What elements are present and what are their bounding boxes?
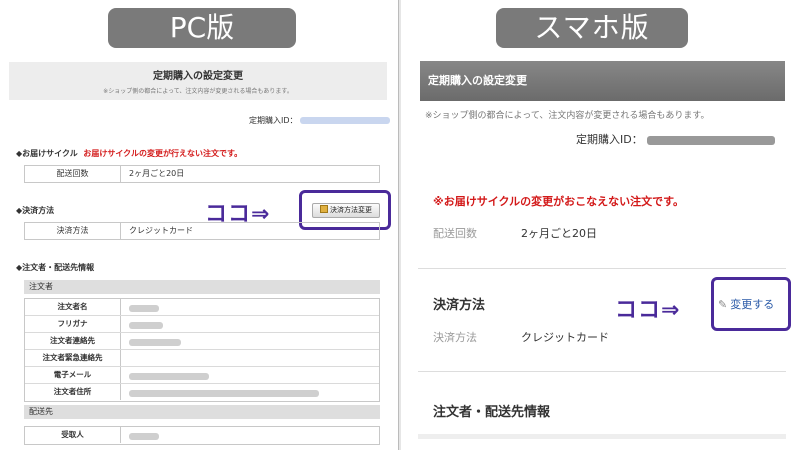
- pc-page-title: 定期購入の設定変更: [153, 71, 243, 82]
- table-row: 注文者緊急連絡先: [25, 350, 379, 367]
- pc-row-label: 注文者連絡先: [25, 333, 121, 349]
- pc-cycle-section: ◆お届けサイクル お届けサイクルの変更が行えない注文です。: [16, 148, 242, 159]
- pc-cycle-row: 配送回数 2ヶ月ごと20日: [24, 165, 380, 183]
- pc-row-label: フリガナ: [25, 316, 121, 332]
- pc-row-label: 電子メール: [25, 367, 121, 383]
- pc-payment-title: ◆決済方法: [16, 206, 55, 215]
- blurred-value: [129, 338, 181, 346]
- blurred-value: [129, 372, 209, 380]
- sp-header-note: ※ショップ側の都合によって、注文内容が変更される場合もあります。: [425, 111, 710, 121]
- pc-cycle-warning: お届けサイクルの変更が行えない注文です。: [83, 149, 243, 158]
- sp-payment-value: クレジットカード: [521, 331, 609, 344]
- table-row: 注文者名: [25, 299, 379, 316]
- blurred-value: [129, 321, 163, 329]
- pc-cycle-value: 2ヶ月ごと20日: [129, 169, 185, 178]
- pc-order-id: 定期購入ID：: [249, 115, 390, 126]
- pc-shipping-subheader: 配送先: [24, 405, 380, 419]
- sp-page-title: 定期購入の設定変更: [420, 61, 785, 101]
- sp-order-id-label: 定期購入ID：: [576, 133, 643, 146]
- sp-arrow-callout: ココ⇒: [615, 298, 681, 323]
- sp-cycle-row: 配送回数 2ヶ月ごと20日: [433, 225, 597, 241]
- table-row: 電子メール: [25, 367, 379, 384]
- sp-highlight-box: [711, 277, 791, 331]
- divider: [418, 268, 786, 269]
- pc-row-label: 注文者緊急連絡先: [25, 350, 121, 366]
- pc-label: PC版: [108, 8, 296, 48]
- table-row: 注文者住所: [25, 384, 379, 401]
- sp-cycle-warning: ※お届けサイクルの変更がおこなえない注文です。: [433, 195, 685, 208]
- sp-cycle-value: 2ヶ月ごと20日: [521, 227, 597, 240]
- pc-row-label: 注文者住所: [25, 384, 121, 400]
- table-row: フリガナ: [25, 316, 379, 333]
- pc-header: 定期購入の設定変更 ※ショップ側の都合によって、注文内容が変更される場合もありま…: [9, 62, 387, 100]
- pc-row-label: 注文者名: [25, 299, 121, 315]
- pc-customer-table: 注文者名 フリガナ 注文者連絡先 注文者緊急連絡先 電子メール 注文者住所: [24, 298, 380, 402]
- pc-payment-label: 決済方法: [25, 223, 121, 239]
- pc-customer-title: ◆注文者・配送先情報: [16, 263, 95, 272]
- sp-payment-row: 決済方法 クレジットカード: [433, 329, 609, 345]
- sp-label: スマホ版: [496, 8, 688, 48]
- pc-panel: PC版 定期購入の設定変更 ※ショップ側の都合によって、注文内容が変更される場合…: [0, 0, 399, 450]
- divider: [418, 371, 786, 372]
- table-row: 注文者連絡先: [25, 333, 379, 350]
- blurred-value: [129, 304, 159, 312]
- blurred-value: [129, 432, 159, 440]
- sp-order-id: 定期購入ID：: [576, 131, 775, 147]
- pc-payment-value: クレジットカード: [129, 226, 193, 235]
- sp-bottom-bar: [418, 434, 786, 439]
- pc-cycle-title: ◆お届けサイクル: [16, 149, 78, 158]
- pc-header-note: ※ショップ側の都合によって、注文内容が変更される場合もあります。: [103, 88, 293, 95]
- pc-cycle-label: 配送回数: [25, 166, 121, 182]
- pc-payment-row: 決済方法 クレジットカード: [24, 222, 380, 240]
- blurred-value: [129, 389, 319, 397]
- sp-customer-title: 注文者・配送先情報: [433, 405, 551, 420]
- pc-order-id-label: 定期購入ID：: [249, 116, 298, 125]
- pc-row-label: 受取人: [25, 427, 121, 443]
- pc-order-id-value: [299, 117, 390, 124]
- table-row: 受取人: [25, 427, 379, 444]
- sp-cycle-label: 配送回数: [433, 227, 477, 240]
- sp-payment-title: 決済方法: [433, 298, 486, 313]
- pc-customer-subheader: 注文者: [24, 280, 380, 294]
- pc-page: 定期購入の設定変更 ※ショップ側の都合によって、注文内容が変更される場合もありま…: [9, 62, 387, 100]
- sp-order-id-value: [646, 135, 775, 145]
- pc-shipping-table: 受取人: [24, 426, 380, 445]
- sp-payment-label: 決済方法: [433, 331, 477, 344]
